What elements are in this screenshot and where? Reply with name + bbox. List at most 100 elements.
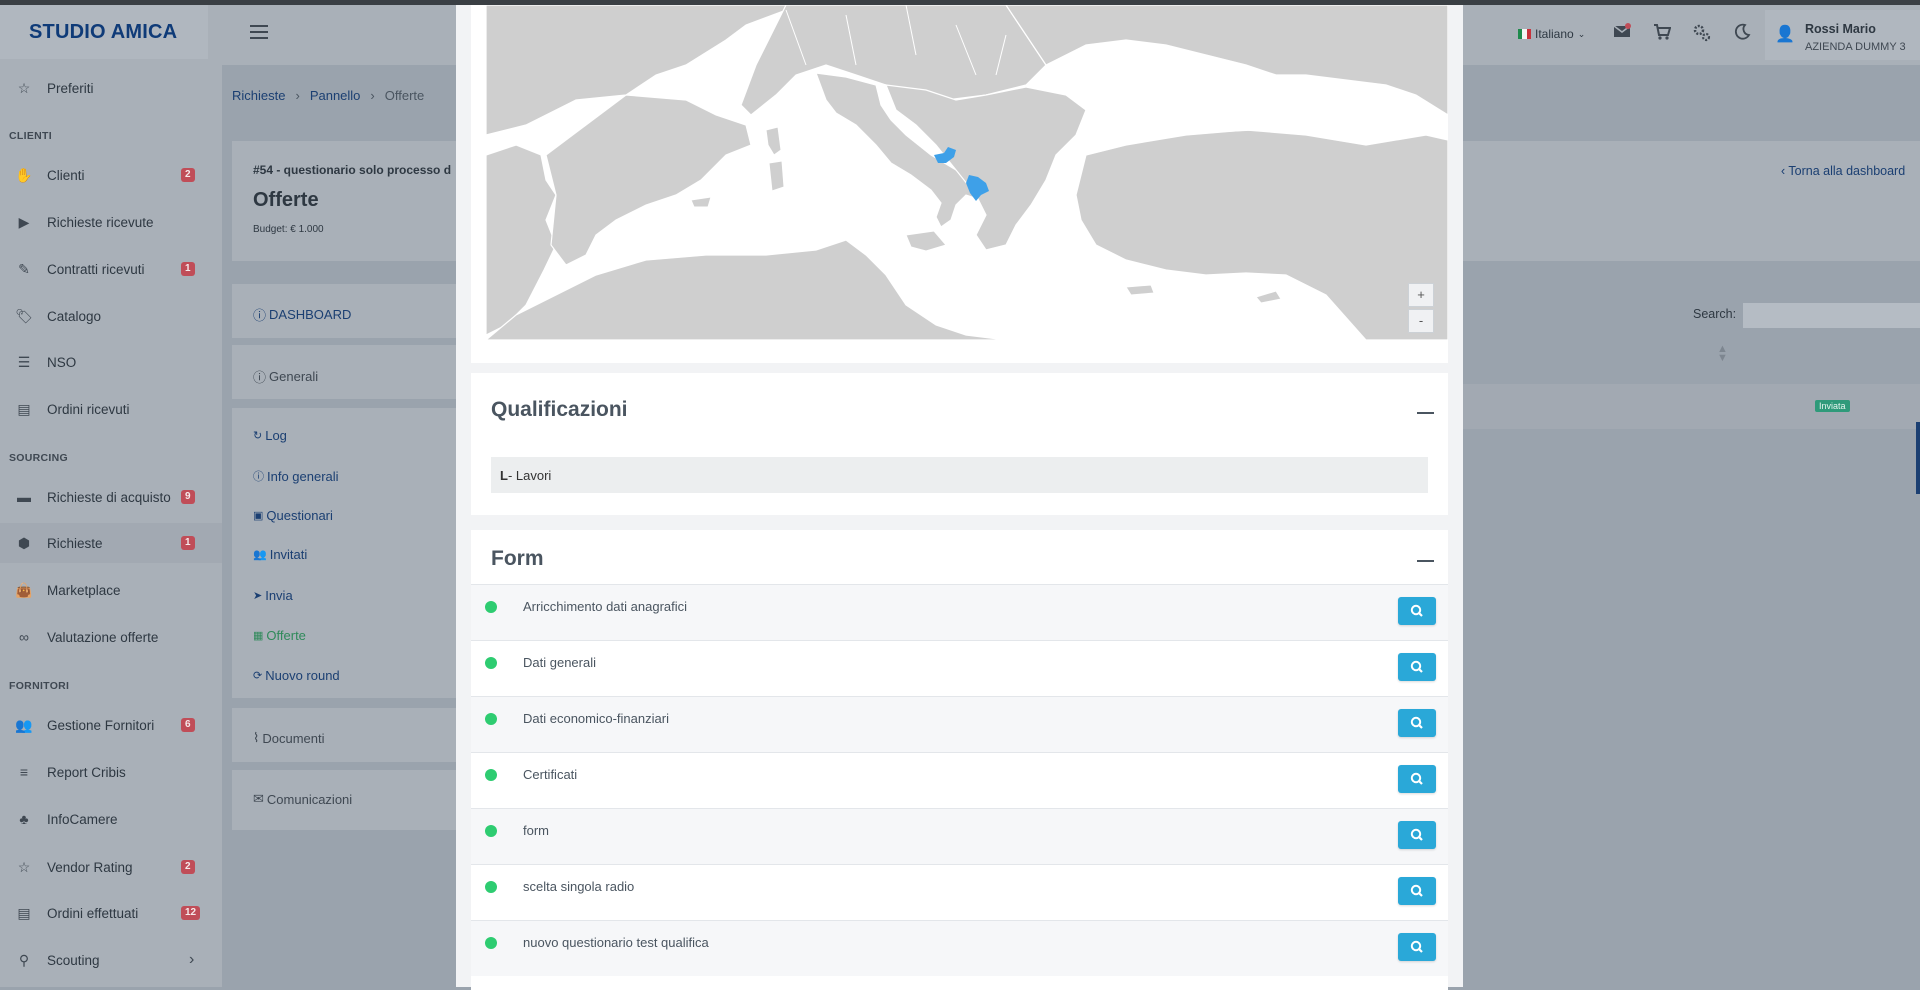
view-form-button[interactable] [1398,765,1436,793]
form-row: Dati economico-finanziari [471,696,1448,752]
star-outline-icon: ☆ [17,858,31,875]
sidebar-item-vendor-rating[interactable]: ☆ Vendor Rating 2 [0,847,222,887]
form-row-label: nuovo questionario test qualifica [523,935,709,950]
table-row[interactable] [1462,384,1920,429]
view-form-button[interactable] [1398,597,1436,625]
nav-item-label: Log [265,428,287,443]
star-icon: ☆ [17,79,31,96]
nav-generali[interactable]: ⓘ Generali [253,367,318,386]
qualification-item: L - Lavori [491,457,1428,493]
mail-icon[interactable] [1611,23,1633,45]
count-badge: 2 [181,168,195,182]
nav-item-label: Invia [265,588,293,603]
app-logo-text: STUDIO AMICA [29,20,178,43]
form-row-label: scelta singola radio [523,879,635,894]
view-form-button[interactable] [1398,821,1436,849]
europe-map[interactable]: + - [486,5,1448,340]
sort-icon[interactable]: ▲ ▼ [1717,344,1728,364]
clipboard-icon: ▣ [253,510,264,522]
status-dot-icon [485,881,497,893]
sidebar-item-nso[interactable]: ☰ NSO [0,342,222,382]
sidebar-item-richieste[interactable]: ⬢ Richieste 1 [0,523,222,563]
count-badge: 6 [181,718,195,732]
collapse-form-icon[interactable] [1417,560,1434,562]
sidebar-item-label: Scouting [47,952,100,968]
collapse-qualificazioni-icon[interactable] [1417,412,1434,414]
status-dot-icon [485,657,497,669]
nav-item-label: Invitati [269,547,308,562]
view-form-button[interactable] [1398,933,1436,961]
search-icon [1410,828,1423,841]
history-icon: ↻ [253,430,263,442]
search-input[interactable] [1742,302,1920,329]
chevron-right-icon: › [189,951,195,968]
status-dot-icon [485,825,497,837]
nav-documenti-label: Documenti [262,730,325,746]
settings-icon[interactable] [1691,23,1713,45]
nav-log[interactable]: ↻ Log [253,428,287,443]
nav-info-generali[interactable]: ⓘ Info generali [253,468,339,484]
moon-icon[interactable] [1731,23,1753,45]
form-title: Form [491,547,544,570]
sidebar-item-label: NSO [47,354,77,370]
language-selector[interactable]: Italiano ⌄ [1518,27,1585,41]
sidebar-item-label: Gestione Fornitori [47,717,155,733]
sidebar-item-valutazione-offerte[interactable]: ∞ Valutazione offerte [0,617,222,657]
form-row: scelta singola radio [471,864,1448,920]
nav-documenti[interactable]: ⌇ Documenti [253,730,325,746]
breadcrumb-pannello[interactable]: Pannello [310,88,361,103]
nav-questionari[interactable]: ▣ Questionari [253,508,333,523]
breadcrumb-richieste[interactable]: Richieste [232,88,285,103]
search-icon [1410,604,1423,617]
sidebar-item-preferiti[interactable]: ☆ Preferiti [0,68,222,108]
sidebar-item-gestione-fornitori[interactable]: 👥 Gestione Fornitori 6 [0,705,222,745]
sidebar-item-infocamere[interactable]: ♣ InfoCamere [0,799,222,839]
user-menu[interactable]: 👤 Rossi Mario AZIENDA DUMMY 3 [1765,10,1920,60]
orders-icon: ▤ [17,904,31,921]
users-icon: 👥 [253,549,267,561]
sidebar-item-ordini-ricevuti[interactable]: ▤ Ordini ricevuti [0,389,222,429]
nav-nuovo-round[interactable]: ⟳ Nuovo round [253,668,340,683]
form-row: nuovo questionario test qualifica [471,920,1448,976]
breadcrumb: Richieste › Pannello › Offerte [232,88,425,103]
back-to-dashboard-link[interactable]: ‹ Torna alla dashboard [1781,164,1905,178]
app-logo[interactable]: STUDIO AMICA [0,5,208,59]
sidebar-item-richieste-ricevute[interactable]: ▶ Richieste ricevute [0,202,222,242]
qualification-label: - Lavori [507,467,552,483]
cart-icon[interactable] [1651,23,1673,45]
nav-comunicazioni-label: Comunicazioni [266,791,353,807]
sidebar-item-clienti[interactable]: ✋ Clienti 2 [0,155,222,195]
nav-comunicazioni[interactable]: ✉ Comunicazioni [253,791,352,807]
sidebar-item-scouting[interactable]: ⚲ Scouting › [0,940,222,980]
sidebar-item-ordini-effettuati[interactable]: ▤ Ordini effettuati 12 [0,893,222,933]
shopping-bag-icon: 👜 [15,581,33,598]
map-zoom-in-button[interactable]: + [1408,283,1434,307]
sidebar-section-sourcing: SOURCING [9,452,68,464]
nav-invia[interactable]: ➤ Invia [253,588,293,603]
form-row: Arricchimento dati anagrafici [471,584,1448,640]
scrollbar[interactable] [1916,422,1920,494]
map-zoom-out-button[interactable]: - [1408,309,1434,333]
nav-dashboard[interactable]: ⓘ DASHBOARD [253,305,351,324]
cribis-icon: ≡ [19,764,29,780]
sidebar-item-richieste-di-acquisto[interactable]: ▬ Richieste di acquisto 9 [0,477,222,517]
sidebar-item-contratti-ricevuti[interactable]: ✎ Contratti ricevuti 1 [0,249,222,289]
count-badge: 2 [181,860,195,874]
view-form-button[interactable] [1398,653,1436,681]
sidebar-item-catalogo[interactable]: 🏷 Catalogo [0,296,222,336]
paper-plane-icon: ➤ [253,590,263,602]
qualificazioni-title: Qualificazioni [491,398,628,421]
view-form-button[interactable] [1398,709,1436,737]
nav-invitati[interactable]: 👥 Invitati [253,547,307,562]
search-icon [1410,940,1423,953]
sidebar-item-marketplace[interactable]: 👜 Marketplace [0,570,222,610]
avatar-icon: 👤 [1775,26,1795,43]
form-card: Form Arricchimento dati anagrafici Dati g… [471,530,1448,990]
sidebar-item-label: Report Cribis [47,764,126,780]
sidebar-item-report-cribis[interactable]: ≡ Report Cribis [0,752,222,792]
form-row: Dati generali [471,640,1448,696]
nav-offerte[interactable]: ▦ Offerte [253,628,306,643]
hamburger-menu-icon[interactable] [250,25,268,43]
view-form-button[interactable] [1398,877,1436,905]
count-badge: 1 [181,536,195,550]
